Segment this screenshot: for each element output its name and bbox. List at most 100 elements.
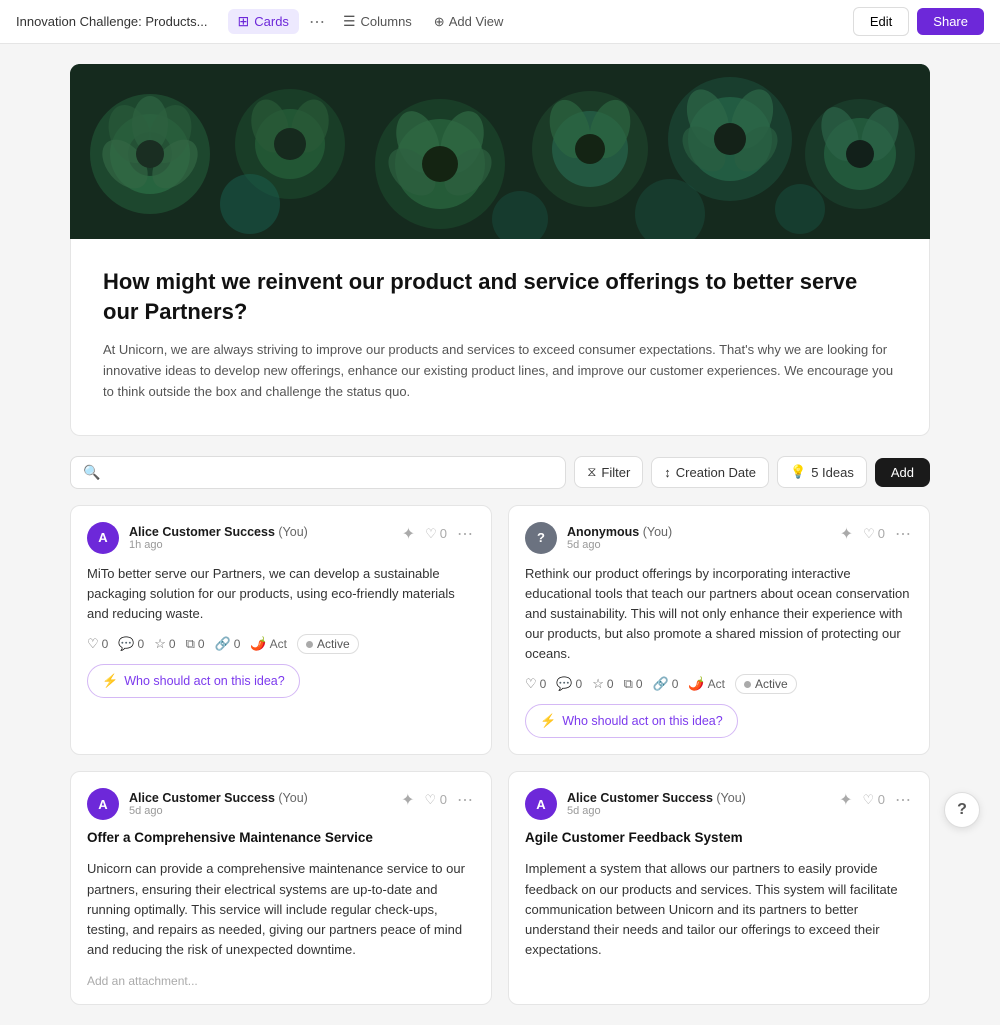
card-actions-1: ✦ ♡ 0 ⋯: [400, 522, 475, 546]
assign-button-3[interactable]: ✦: [399, 788, 416, 812]
avatar-4: A: [525, 788, 557, 820]
search-input[interactable]: [108, 465, 553, 480]
cards-kebab-button[interactable]: ⋯: [305, 10, 329, 34]
like-button-3[interactable]: ♡ 0: [425, 792, 448, 808]
edit-button[interactable]: Edit: [853, 7, 909, 36]
avatar-letter-1: A: [98, 530, 107, 545]
card-actions-2: ✦ ♡ 0 ⋯: [838, 522, 913, 546]
sort-button[interactable]: ↕ Creation Date: [651, 457, 769, 488]
add-view-button[interactable]: ⊕ Add View: [426, 10, 512, 34]
card-title-3: Offer a Comprehensive Maintenance Servic…: [87, 830, 475, 845]
cards-grid: A Alice Customer Success (You) 1h ago ✦ …: [70, 505, 930, 1005]
avatar-1: A: [87, 522, 119, 554]
status-badge-2: Active: [735, 674, 797, 694]
stat-act-1: 🌶️ Act: [250, 636, 287, 652]
card-stats-1: ♡ 0 💬 0 ☆ 0 ⧉ 0 🔗 0 🌶️ Act Active: [87, 634, 475, 654]
toolbar: 🔍 ⧖ Filter ↕ Creation Date 💡 5 Ideas Add: [70, 456, 930, 489]
search-icon: 🔍: [83, 464, 100, 481]
challenge-card: How might we reinvent our product and se…: [70, 239, 930, 436]
assign-button-1[interactable]: ✦: [400, 522, 417, 546]
like-button-1[interactable]: ♡ 0: [425, 526, 447, 542]
avatar-letter-2: ?: [537, 530, 545, 545]
main-content: How might we reinvent our product and se…: [50, 44, 950, 1025]
card-user-4: A Alice Customer Success (You) 5d ago: [525, 788, 746, 820]
heart-icon-1: ♡: [87, 636, 99, 652]
card-user-3: A Alice Customer Success (You) 5d ago: [87, 788, 308, 820]
comment-icon-2: 💬: [556, 676, 572, 692]
card-body-3: Unicorn can provide a comprehensive main…: [87, 859, 475, 960]
user-time-4: 5d ago: [567, 805, 746, 817]
view-columns-button[interactable]: ☰ Columns: [333, 9, 422, 34]
status-badge-1: Active: [297, 634, 359, 654]
card-title-4: Agile Customer Feedback System: [525, 830, 913, 845]
more-button-4[interactable]: ⋯: [893, 788, 913, 812]
add-button[interactable]: Add: [875, 458, 930, 487]
card-actions-3: ✦ ♡ 0 ⋯: [399, 788, 475, 812]
card-user-2: ? Anonymous (You) 5d ago: [525, 522, 672, 554]
hero-succulent-svg: [70, 64, 930, 239]
nav-right: Edit Share: [853, 7, 984, 36]
card-header-2: ? Anonymous (You) 5d ago ✦ ♡ 0 ⋯: [525, 522, 913, 554]
who-act-button-2[interactable]: ⚡ Who should act on this idea?: [525, 704, 738, 738]
more-button-3[interactable]: ⋯: [455, 788, 475, 812]
stat-copy-2: ⧉ 0: [624, 676, 643, 692]
card-body-2: Rethink our product offerings by incorpo…: [525, 564, 913, 665]
sort-icon: ↕: [664, 465, 671, 480]
plus-circle-icon: ⊕: [434, 14, 445, 30]
share-button[interactable]: Share: [917, 8, 984, 35]
help-button[interactable]: ?: [944, 792, 980, 828]
bolt-icon-1: ⚡: [102, 673, 118, 689]
like-button-4[interactable]: ♡ 0: [863, 792, 886, 808]
columns-icon: ☰: [343, 13, 356, 30]
top-nav: Innovation Challenge: Products... ⊞ Card…: [0, 0, 1000, 44]
card-user-1: A Alice Customer Success (You) 1h ago: [87, 522, 308, 554]
user-time-3: 5d ago: [129, 805, 308, 817]
idea-card-1: A Alice Customer Success (You) 1h ago ✦ …: [70, 505, 492, 756]
like-button-2[interactable]: ♡ 0: [863, 526, 885, 542]
user-time-1: 1h ago: [129, 539, 308, 551]
card-actions-4: ✦ ♡ 0 ⋯: [837, 788, 913, 812]
challenge-title: How might we reinvent our product and se…: [103, 267, 897, 326]
avatar-letter-4: A: [536, 797, 545, 812]
idea-card-4: A Alice Customer Success (You) 5d ago ✦ …: [508, 771, 930, 1005]
card-header-4: A Alice Customer Success (You) 5d ago ✦ …: [525, 788, 913, 820]
search-box[interactable]: 🔍: [70, 456, 566, 489]
card-header-3: A Alice Customer Success (You) 5d ago ✦ …: [87, 788, 475, 820]
view-cards-button[interactable]: ⊞ Cards: [228, 9, 299, 34]
filter-button[interactable]: ⧖ Filter: [574, 456, 643, 488]
stat-comments-2: 💬 0: [556, 676, 582, 692]
cards-icon: ⊞: [238, 13, 250, 30]
user-name-4: Alice Customer Success (You): [567, 791, 746, 805]
card-body-4: Implement a system that allows our partn…: [525, 859, 913, 960]
link-icon-2: 🔗: [653, 676, 669, 692]
assign-button-2[interactable]: ✦: [838, 522, 855, 546]
ideas-count-button[interactable]: 💡 5 Ideas: [777, 456, 867, 488]
card-body-1: MiTo better serve our Partners, we can d…: [87, 564, 475, 624]
stat-likes-2: ♡ 0: [525, 676, 546, 692]
filter-icon: ⧖: [587, 464, 596, 480]
nav-title: Innovation Challenge: Products...: [16, 14, 208, 29]
challenge-description: At Unicorn, we are always striving to im…: [103, 340, 897, 402]
assign-button-4[interactable]: ✦: [837, 788, 854, 812]
link-icon-1: 🔗: [215, 636, 231, 652]
attachment-label-3[interactable]: Add an attachment...: [87, 974, 475, 988]
star-icon-1: ☆: [154, 636, 166, 652]
user-info-1: Alice Customer Success (You) 1h ago: [129, 525, 308, 551]
more-button-1[interactable]: ⋯: [455, 522, 475, 546]
comment-icon-1: 💬: [118, 636, 134, 652]
heart-icon-2: ♡: [525, 676, 537, 692]
star-icon-2: ☆: [592, 676, 604, 692]
hero-image-inner: [70, 64, 930, 239]
user-info-2: Anonymous (You) 5d ago: [567, 525, 672, 551]
user-time-2: 5d ago: [567, 539, 672, 551]
stat-act-2: 🌶️ Act: [688, 676, 725, 692]
copy-icon-1: ⧉: [186, 636, 195, 652]
nav-views: ⊞ Cards ⋯ ☰ Columns ⊕ Add View: [228, 9, 853, 34]
avatar-letter-3: A: [98, 797, 107, 812]
more-button-2[interactable]: ⋯: [893, 522, 913, 546]
stat-stars-1: ☆ 0: [154, 636, 175, 652]
idea-card-2: ? Anonymous (You) 5d ago ✦ ♡ 0 ⋯: [508, 505, 930, 756]
who-act-button-1[interactable]: ⚡ Who should act on this idea?: [87, 664, 300, 698]
user-name-2: Anonymous (You): [567, 525, 672, 539]
user-info-4: Alice Customer Success (You) 5d ago: [567, 791, 746, 817]
